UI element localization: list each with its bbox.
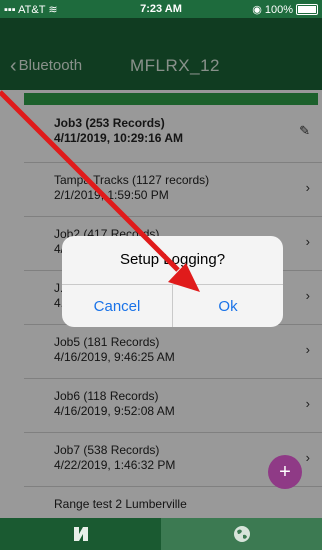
cancel-button[interactable]: Cancel [62,285,172,327]
add-job-button[interactable]: + [268,455,302,489]
dialog-actions: Cancel Ok [62,284,283,327]
dialog-title: Setup Logging? [119,251,226,268]
globe-icon [233,526,250,542]
setup-logging-dialog: Setup Logging? Cancel Ok [62,236,283,327]
tab-map[interactable] [161,518,322,550]
status-bar: ▪▪▪ AT&T ≋ 7:23 AM ◉ 100% [0,0,322,18]
tab-bar [0,518,322,550]
phone-screen: ▪▪▪ AT&T ≋ 7:23 AM ◉ 100% ‹ Bluetooth MF… [0,0,322,550]
ok-button[interactable]: Ok [172,285,283,327]
n-logo-icon [73,527,88,541]
battery-percent: 100% [264,3,293,16]
battery-icon [296,4,318,15]
tab-jobs[interactable] [0,518,161,550]
battery-indicator: ◉ 100% [252,3,318,16]
alarm-icon: ◉ [252,4,262,16]
